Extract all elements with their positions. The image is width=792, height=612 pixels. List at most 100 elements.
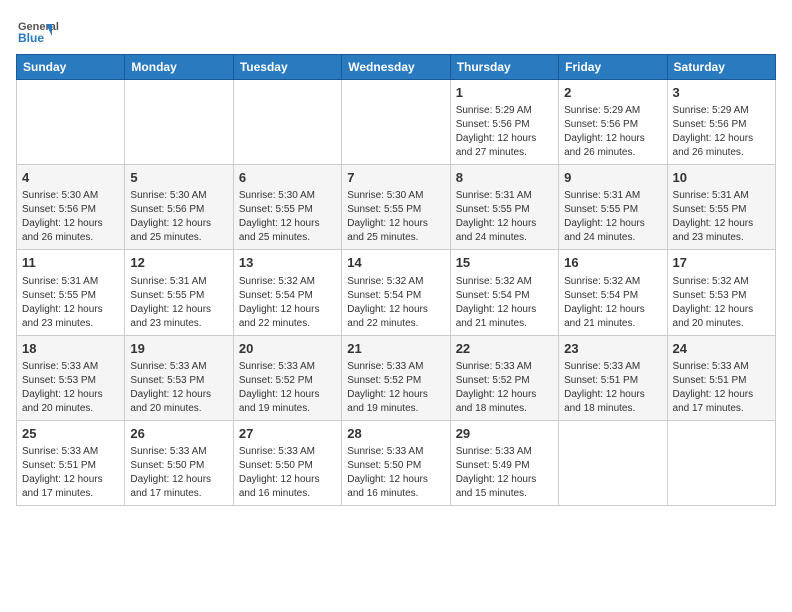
weekday-header-cell: Monday [125,55,233,80]
svg-text:Blue: Blue [18,31,44,45]
page-header: General Blue [16,16,776,46]
day-number: 22 [456,340,553,358]
calendar-cell: 4 Sunrise: 5:30 AM Sunset: 5:56 PM Daylig… [17,165,125,250]
calendar-cell: 25 Sunrise: 5:33 AM Sunset: 5:51 PM Dayli… [17,420,125,505]
day-info: Sunrise: 5:32 AM Sunset: 5:53 PM Dayligh… [673,275,770,331]
calendar-cell: 20 Sunrise: 5:33 AM Sunset: 5:52 PM Dayli… [233,335,341,420]
weekday-header-cell: Sunday [17,55,125,80]
weekday-header-cell: Wednesday [342,55,450,80]
calendar-cell: 10Sunrise: 5:31 AM Sunset: 5:55 PM Dayli… [667,165,775,250]
calendar-cell: 5 Sunrise: 5:30 AM Sunset: 5:56 PM Daylig… [125,165,233,250]
calendar-cell: 24 Sunrise: 5:33 AM Sunset: 5:51 PM Dayli… [667,335,775,420]
weekday-header-cell: Friday [559,55,667,80]
day-info: Sunrise: 5:30 AM Sunset: 5:56 PM Dayligh… [130,189,227,245]
day-info: Sunrise: 5:32 AM Sunset: 5:54 PM Dayligh… [239,275,336,331]
day-info: Sunrise: 5:33 AM Sunset: 5:51 PM Dayligh… [22,445,119,501]
day-number: 6 [239,169,336,187]
calendar-cell [342,80,450,165]
calendar-cell: 13 Sunrise: 5:32 AM Sunset: 5:54 PM Dayli… [233,250,341,335]
calendar-cell: 19 Sunrise: 5:33 AM Sunset: 5:53 PM Dayli… [125,335,233,420]
day-info: Sunrise: 5:31 AM Sunset: 5:55 PM Dayligh… [564,189,661,245]
calendar-cell: 6 Sunrise: 5:30 AM Sunset: 5:55 PM Daylig… [233,165,341,250]
day-number: 15 [456,254,553,272]
calendar-week-row: 1Sunrise: 5:29 AM Sunset: 5:56 PM Daylig… [17,80,776,165]
day-info: Sunrise: 5:33 AM Sunset: 5:53 PM Dayligh… [130,360,227,416]
day-info: Sunrise: 5:31 AM Sunset: 5:55 PM Dayligh… [130,275,227,331]
day-info: Sunrise: 5:33 AM Sunset: 5:51 PM Dayligh… [673,360,770,416]
day-number: 4 [22,169,119,187]
day-info: Sunrise: 5:33 AM Sunset: 5:50 PM Dayligh… [239,445,336,501]
day-info: Sunrise: 5:32 AM Sunset: 5:54 PM Dayligh… [347,275,444,331]
calendar-cell: 26 Sunrise: 5:33 AM Sunset: 5:50 PM Dayli… [125,420,233,505]
calendar-cell: 2 Sunrise: 5:29 AM Sunset: 5:56 PM Daylig… [559,80,667,165]
calendar-cell: 17Sunrise: 5:32 AM Sunset: 5:53 PM Dayli… [667,250,775,335]
day-number: 29 [456,425,553,443]
day-number: 28 [347,425,444,443]
calendar-table: SundayMondayTuesdayWednesdayThursdayFrid… [16,54,776,506]
day-number: 19 [130,340,227,358]
day-number: 8 [456,169,553,187]
day-info: Sunrise: 5:29 AM Sunset: 5:56 PM Dayligh… [456,104,553,160]
day-number: 5 [130,169,227,187]
day-info: Sunrise: 5:31 AM Sunset: 5:55 PM Dayligh… [456,189,553,245]
calendar-week-row: 11 Sunrise: 5:31 AM Sunset: 5:55 PM Dayli… [17,250,776,335]
calendar-cell [559,420,667,505]
day-info: Sunrise: 5:33 AM Sunset: 5:50 PM Dayligh… [130,445,227,501]
calendar-cell: 29 Sunrise: 5:33 AM Sunset: 5:49 PM Dayli… [450,420,558,505]
calendar-cell: 11 Sunrise: 5:31 AM Sunset: 5:55 PM Dayli… [17,250,125,335]
day-number: 25 [22,425,119,443]
calendar-cell: 1Sunrise: 5:29 AM Sunset: 5:56 PM Daylig… [450,80,558,165]
day-number: 14 [347,254,444,272]
day-number: 23 [564,340,661,358]
day-info: Sunrise: 5:32 AM Sunset: 5:54 PM Dayligh… [564,275,661,331]
day-number: 2 [564,84,661,102]
calendar-cell [17,80,125,165]
calendar-week-row: 4 Sunrise: 5:30 AM Sunset: 5:56 PM Daylig… [17,165,776,250]
day-number: 18 [22,340,119,358]
day-info: Sunrise: 5:30 AM Sunset: 5:55 PM Dayligh… [239,189,336,245]
calendar-cell: 3 Sunrise: 5:29 AM Sunset: 5:56 PM Daylig… [667,80,775,165]
calendar-cell [667,420,775,505]
weekday-header-cell: Thursday [450,55,558,80]
calendar-cell: 27 Sunrise: 5:33 AM Sunset: 5:50 PM Dayli… [233,420,341,505]
calendar-week-row: 25 Sunrise: 5:33 AM Sunset: 5:51 PM Dayli… [17,420,776,505]
calendar-cell: 14 Sunrise: 5:32 AM Sunset: 5:54 PM Dayli… [342,250,450,335]
day-info: Sunrise: 5:30 AM Sunset: 5:55 PM Dayligh… [347,189,444,245]
day-number: 11 [22,254,119,272]
day-number: 24 [673,340,770,358]
calendar-cell: 28 Sunrise: 5:33 AM Sunset: 5:50 PM Dayli… [342,420,450,505]
day-number: 16 [564,254,661,272]
calendar-cell: 22 Sunrise: 5:33 AM Sunset: 5:52 PM Dayli… [450,335,558,420]
day-info: Sunrise: 5:32 AM Sunset: 5:54 PM Dayligh… [456,275,553,331]
day-number: 26 [130,425,227,443]
logo-icon: General Blue [16,16,86,46]
day-number: 13 [239,254,336,272]
day-info: Sunrise: 5:33 AM Sunset: 5:50 PM Dayligh… [347,445,444,501]
day-number: 21 [347,340,444,358]
day-number: 27 [239,425,336,443]
day-info: Sunrise: 5:33 AM Sunset: 5:52 PM Dayligh… [239,360,336,416]
day-number: 9 [564,169,661,187]
calendar-cell: 15 Sunrise: 5:32 AM Sunset: 5:54 PM Dayli… [450,250,558,335]
day-number: 12 [130,254,227,272]
day-info: Sunrise: 5:29 AM Sunset: 5:56 PM Dayligh… [564,104,661,160]
day-info: Sunrise: 5:31 AM Sunset: 5:55 PM Dayligh… [22,275,119,331]
day-number: 20 [239,340,336,358]
day-info: Sunrise: 5:33 AM Sunset: 5:53 PM Dayligh… [22,360,119,416]
calendar-week-row: 18 Sunrise: 5:33 AM Sunset: 5:53 PM Dayli… [17,335,776,420]
day-number: 10 [673,169,770,187]
day-info: Sunrise: 5:30 AM Sunset: 5:56 PM Dayligh… [22,189,119,245]
calendar-cell: 21Sunrise: 5:33 AM Sunset: 5:52 PM Dayli… [342,335,450,420]
day-number: 3 [673,84,770,102]
calendar-cell: 16 Sunrise: 5:32 AM Sunset: 5:54 PM Dayli… [559,250,667,335]
day-info: Sunrise: 5:33 AM Sunset: 5:51 PM Dayligh… [564,360,661,416]
day-info: Sunrise: 5:33 AM Sunset: 5:49 PM Dayligh… [456,445,553,501]
logo: General Blue [16,16,90,46]
calendar-body: 1Sunrise: 5:29 AM Sunset: 5:56 PM Daylig… [17,80,776,506]
calendar-cell: 23 Sunrise: 5:33 AM Sunset: 5:51 PM Dayli… [559,335,667,420]
day-number: 7 [347,169,444,187]
day-info: Sunrise: 5:29 AM Sunset: 5:56 PM Dayligh… [673,104,770,160]
day-info: Sunrise: 5:33 AM Sunset: 5:52 PM Dayligh… [456,360,553,416]
calendar-cell: 9 Sunrise: 5:31 AM Sunset: 5:55 PM Daylig… [559,165,667,250]
calendar-cell: 8 Sunrise: 5:31 AM Sunset: 5:55 PM Daylig… [450,165,558,250]
